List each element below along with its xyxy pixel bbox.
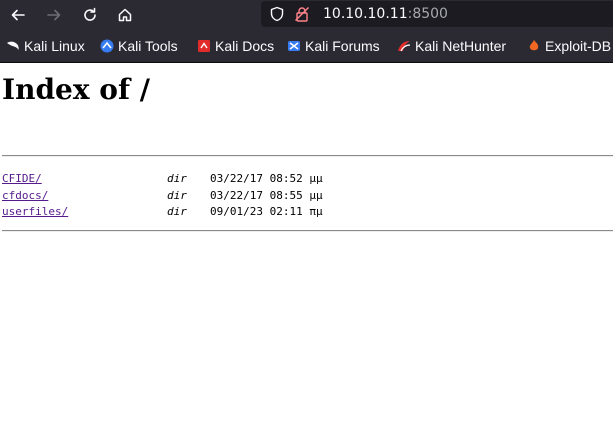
arrow-right-icon — [47, 9, 61, 21]
entry-type: dir — [167, 205, 187, 218]
kali-nethunter-icon — [398, 41, 411, 52]
bookmarks-toolbar: Kali Linux Kali Tools Kali Docs Kali For… — [0, 30, 613, 63]
directory-link[interactable]: userfiles/ — [2, 204, 68, 221]
horizontal-rule — [2, 230, 613, 232]
bookmark-label: Kali Forums — [305, 38, 380, 54]
kali-forums-icon — [288, 41, 300, 51]
bookmark-kali-tools[interactable]: Kali Tools — [100, 37, 178, 55]
home-icon — [118, 8, 132, 22]
bookmark-kali-forums[interactable]: Kali Forums — [287, 37, 380, 55]
bookmark-kali-docs[interactable]: Kali Docs — [197, 37, 274, 55]
back-button[interactable] — [6, 3, 30, 27]
url-port: :8500 — [407, 6, 448, 22]
kali-dragon-icon — [7, 41, 19, 50]
entry-date: 03/22/17 08:55 μμ — [210, 188, 323, 202]
directory-link[interactable]: cfdocs/ — [2, 188, 48, 205]
arrow-left-icon — [11, 9, 25, 21]
bookmark-exploit-db[interactable]: Exploit-DB — [527, 37, 611, 55]
kali-tools-icon — [100, 39, 114, 53]
bookmark-kali-linux[interactable]: Kali Linux — [6, 37, 85, 55]
entry-date: 09/01/23 02:11 πμ — [210, 205, 323, 218]
bookmark-label: Kali Tools — [118, 38, 178, 54]
bookmark-label: Kali Linux — [24, 38, 85, 54]
forward-button[interactable] — [42, 3, 66, 27]
bookmark-label: Kali Docs — [215, 38, 275, 54]
url-text[interactable]: 10.10.10.11:8500 — [323, 5, 448, 23]
shield-icon[interactable] — [269, 6, 285, 22]
insecure-lock-icon[interactable] — [294, 6, 310, 22]
url-bar[interactable]: 10.10.10.11:8500 — [261, 1, 613, 27]
bookmark-kali-nethunter[interactable]: Kali NetHunter — [397, 37, 506, 55]
bookmark-label: Exploit-DB — [545, 38, 612, 54]
entry-type: dir — [167, 188, 187, 202]
bookmark-label: Kali NetHunter — [415, 38, 507, 54]
reload-icon — [84, 7, 96, 21]
directory-link[interactable]: CFIDE/ — [2, 171, 42, 188]
reload-button[interactable] — [78, 3, 102, 27]
entry-type: dir — [167, 172, 187, 185]
horizontal-rule — [2, 155, 613, 157]
page-title: Index of / — [2, 73, 150, 106]
exploit-db-icon — [529, 40, 539, 51]
kali-docs-icon — [198, 40, 210, 52]
entry-date: 03/22/17 08:52 μμ — [210, 172, 323, 185]
home-button[interactable] — [113, 3, 137, 27]
browser-toolbar: 10.10.10.11:8500 — [0, 0, 613, 30]
url-host: 10.10.10.11 — [323, 6, 408, 22]
